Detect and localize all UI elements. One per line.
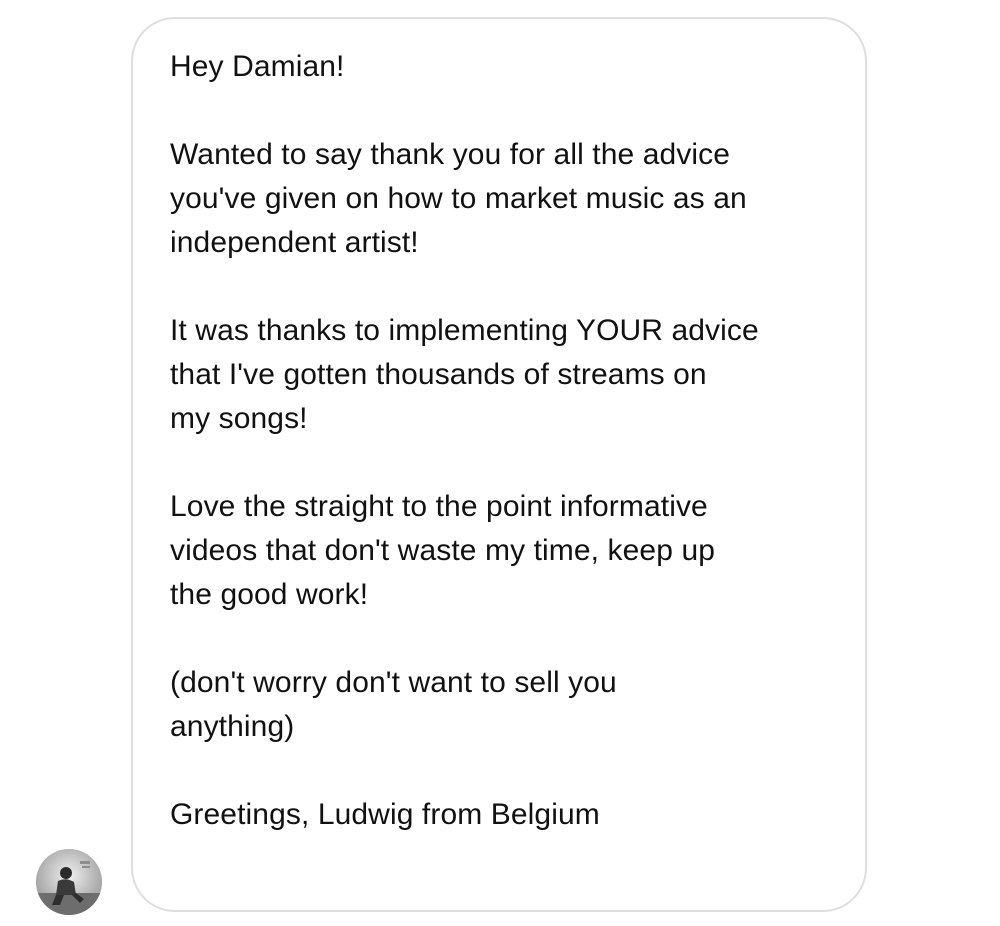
sender-avatar[interactable] xyxy=(36,849,102,915)
profile-photo-icon xyxy=(36,849,102,915)
message-bubble[interactable]: Hey Damian! Wanted to say thank you for … xyxy=(131,17,867,912)
message-text: Hey Damian! Wanted to say thank you for … xyxy=(170,50,759,831)
